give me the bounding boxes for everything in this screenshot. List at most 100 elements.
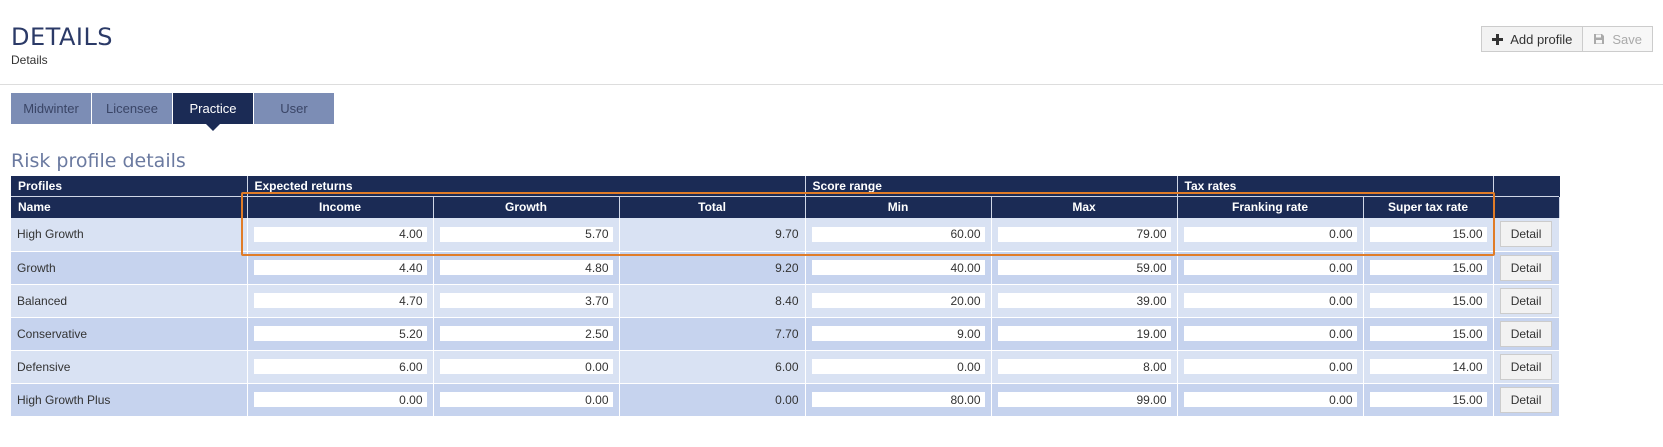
franking-rate-input[interactable] [1183, 359, 1357, 374]
max-cell [991, 317, 1178, 351]
income-cell [247, 218, 434, 252]
growth-cell [433, 383, 620, 417]
super-tax-rate-cell [1363, 383, 1494, 417]
page-subtitle: Details [11, 53, 48, 67]
tab-practice[interactable]: Practice [173, 93, 253, 131]
super-tax-rate-input[interactable] [1369, 359, 1487, 374]
franking-rate-cell [1177, 251, 1364, 285]
income-cell [247, 251, 434, 285]
detail-button[interactable]: Detail [1500, 353, 1553, 380]
floppy-disk-icon [1593, 33, 1605, 45]
max-input[interactable] [997, 260, 1171, 275]
franking-rate-cell [1177, 317, 1364, 351]
super-tax-rate-input[interactable] [1369, 226, 1487, 242]
detail-button[interactable]: Detail [1500, 254, 1553, 281]
group-profiles: Profiles [11, 176, 248, 196]
franking-rate-input[interactable] [1183, 392, 1357, 407]
table-row: Conservative 7.70 Detail [11, 317, 1560, 351]
detail-button[interactable]: Detail [1500, 221, 1553, 248]
action-cell: Detail [1493, 251, 1560, 285]
tab-bar: Midwinter Licensee Practice User [11, 93, 335, 131]
total-value: 9.70 [619, 218, 806, 252]
add-profile-button[interactable]: Add profile [1481, 26, 1584, 52]
col-total: Total [619, 195, 806, 218]
total-value: 6.00 [619, 350, 806, 384]
franking-rate-cell [1177, 350, 1364, 384]
table-row: Balanced 8.40 Detail [11, 284, 1560, 318]
super-tax-rate-cell [1363, 284, 1494, 318]
income-input[interactable] [253, 392, 427, 407]
min-input[interactable] [811, 359, 985, 374]
growth-input[interactable] [439, 326, 613, 341]
super-tax-rate-input[interactable] [1369, 260, 1487, 275]
super-tax-rate-cell [1363, 251, 1494, 285]
super-tax-rate-cell [1363, 218, 1494, 252]
franking-rate-cell [1177, 284, 1364, 318]
add-profile-label: Add profile [1510, 31, 1573, 47]
max-input[interactable] [997, 326, 1171, 341]
action-cell: Detail [1493, 284, 1560, 318]
plus-icon [1492, 33, 1504, 45]
super-tax-rate-input[interactable] [1369, 392, 1487, 407]
income-input[interactable] [253, 359, 427, 374]
min-cell [805, 350, 992, 384]
min-cell [805, 251, 992, 285]
min-cell [805, 218, 992, 252]
min-cell [805, 284, 992, 318]
grid-body: High Growth9.70DetailGrowth9.20DetailBal… [11, 218, 1560, 417]
col-super-tax-rate: Super tax rate [1363, 195, 1494, 218]
min-input[interactable] [811, 326, 985, 341]
group-header-row: Profiles Expected returns Score range Ta… [11, 176, 1560, 196]
profile-name: Growth [11, 251, 248, 285]
col-max: Max [991, 195, 1178, 218]
header-divider [0, 84, 1663, 85]
min-input[interactable] [811, 226, 985, 242]
max-input[interactable] [997, 392, 1171, 407]
growth-input[interactable] [439, 260, 613, 275]
profile-name: High Growth [11, 218, 248, 252]
growth-input[interactable] [439, 226, 613, 242]
tab-licensee[interactable]: Licensee [92, 93, 172, 124]
income-input[interactable] [253, 293, 427, 308]
tab-midwinter[interactable]: Midwinter [11, 93, 91, 124]
total-value: 7.70 [619, 317, 806, 351]
min-cell [805, 317, 992, 351]
growth-input[interactable] [439, 293, 613, 308]
franking-rate-input[interactable] [1183, 260, 1357, 275]
franking-rate-input[interactable] [1183, 226, 1357, 242]
table-row: High Growth 9.70 Detail [11, 218, 1560, 252]
total-value: 8.40 [619, 284, 806, 318]
income-cell [247, 284, 434, 318]
franking-rate-input[interactable] [1183, 326, 1357, 341]
detail-button[interactable]: Detail [1500, 287, 1553, 314]
max-input[interactable] [997, 226, 1171, 242]
income-cell [247, 350, 434, 384]
column-header-row: Name Income Growth Total Min Max Frankin… [11, 195, 1560, 218]
super-tax-rate-input[interactable] [1369, 326, 1487, 341]
group-tax-rates: Tax rates [1177, 176, 1494, 196]
income-input[interactable] [253, 260, 427, 275]
super-tax-rate-input[interactable] [1369, 293, 1487, 308]
detail-button[interactable]: Detail [1500, 386, 1553, 413]
group-score-range: Score range [805, 176, 1178, 196]
min-input[interactable] [811, 260, 985, 275]
risk-profile-table: Profiles Expected returns Score range Ta… [11, 176, 1560, 417]
min-cell [805, 383, 992, 417]
header-actions: Add profile Save [1481, 26, 1653, 52]
growth-cell [433, 218, 620, 252]
income-input[interactable] [253, 226, 427, 242]
max-input[interactable] [997, 293, 1171, 308]
tab-user[interactable]: User [254, 93, 334, 124]
detail-button[interactable]: Detail [1500, 320, 1553, 347]
growth-input[interactable] [439, 392, 613, 407]
max-input[interactable] [997, 359, 1171, 374]
min-input[interactable] [811, 293, 985, 308]
save-button[interactable]: Save [1583, 26, 1653, 52]
growth-input[interactable] [439, 359, 613, 374]
max-cell [991, 284, 1178, 318]
table-row: Growth 9.20 Detail [11, 251, 1560, 285]
income-input[interactable] [253, 326, 427, 341]
col-franking-rate: Franking rate [1177, 195, 1364, 218]
min-input[interactable] [811, 392, 985, 407]
franking-rate-input[interactable] [1183, 293, 1357, 308]
